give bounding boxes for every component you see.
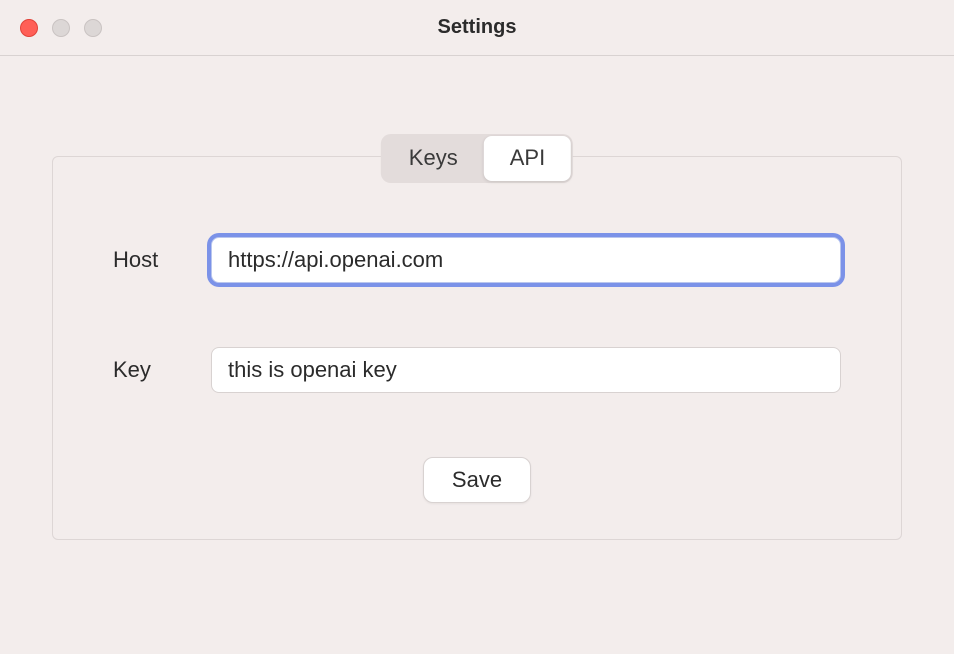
zoom-icon[interactable] xyxy=(84,19,102,37)
save-button[interactable]: Save xyxy=(423,457,531,503)
close-icon[interactable] xyxy=(20,19,38,37)
host-row: Host xyxy=(113,237,841,283)
host-label: Host xyxy=(113,247,203,273)
titlebar: Settings xyxy=(0,0,954,56)
settings-panel: Host Key Save xyxy=(52,156,902,540)
save-row: Save xyxy=(113,457,841,503)
window-controls xyxy=(20,19,102,37)
tab-control: Keys API xyxy=(381,134,573,183)
tab-keys[interactable]: Keys xyxy=(383,136,484,181)
key-label: Key xyxy=(113,357,203,383)
host-input-wrap xyxy=(211,237,841,283)
tab-api[interactable]: API xyxy=(484,136,571,181)
key-input-wrap xyxy=(211,347,841,393)
window-title: Settings xyxy=(438,16,517,39)
key-row: Key xyxy=(113,347,841,393)
key-input[interactable] xyxy=(211,347,841,393)
host-input[interactable] xyxy=(211,237,841,283)
minimize-icon[interactable] xyxy=(52,19,70,37)
